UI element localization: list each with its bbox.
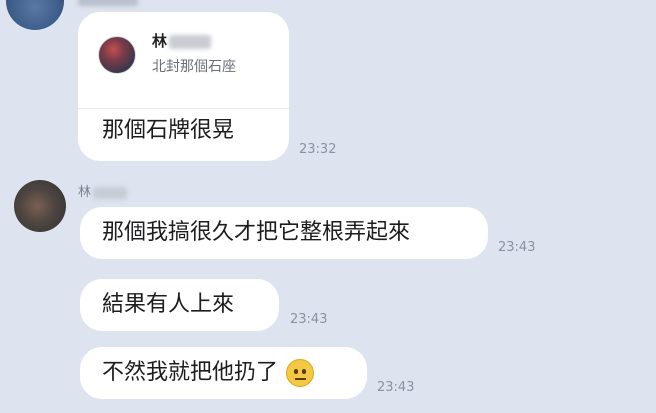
avatar[interactable] [6, 0, 64, 30]
quote-sender-name: 林 [152, 32, 168, 50]
quoted-message[interactable]: 林 北封那個石座 [98, 34, 273, 88]
message-text: 不然我就把他扔了 [102, 360, 279, 385]
sender-name: 林 [78, 185, 92, 200]
message-bubble[interactable]: 那個我搞很久才把它整根弄起來 [80, 207, 488, 259]
blurred-name-mask [169, 34, 212, 49]
message-text: 那個石牌很晃 [102, 118, 235, 143]
message-time: 23:32 [299, 142, 337, 157]
quote-avatar [98, 36, 136, 74]
message-text: 結果有人上來 [102, 292, 235, 317]
message-bubble[interactable]: 不然我就把他扔了 [80, 347, 367, 399]
divider [78, 108, 289, 109]
message-time: 23:43 [290, 312, 328, 327]
avatar[interactable] [14, 180, 66, 232]
message-bubble[interactable]: 結果有人上來 [80, 279, 279, 331]
sender-name-blurred [78, 0, 138, 6]
message-time: 23:43 [377, 380, 415, 395]
message-bubble-reply[interactable]: 林 北封那個石座 那個石牌很晃 [78, 12, 289, 161]
blurred-name-mask [93, 186, 128, 199]
message-text: 那個我搞很久才把它整根弄起來 [102, 220, 411, 245]
neutral-face-emoji-icon [286, 359, 315, 387]
quote-text: 北封那個石座 [152, 59, 236, 75]
message-time: 23:43 [498, 240, 536, 255]
